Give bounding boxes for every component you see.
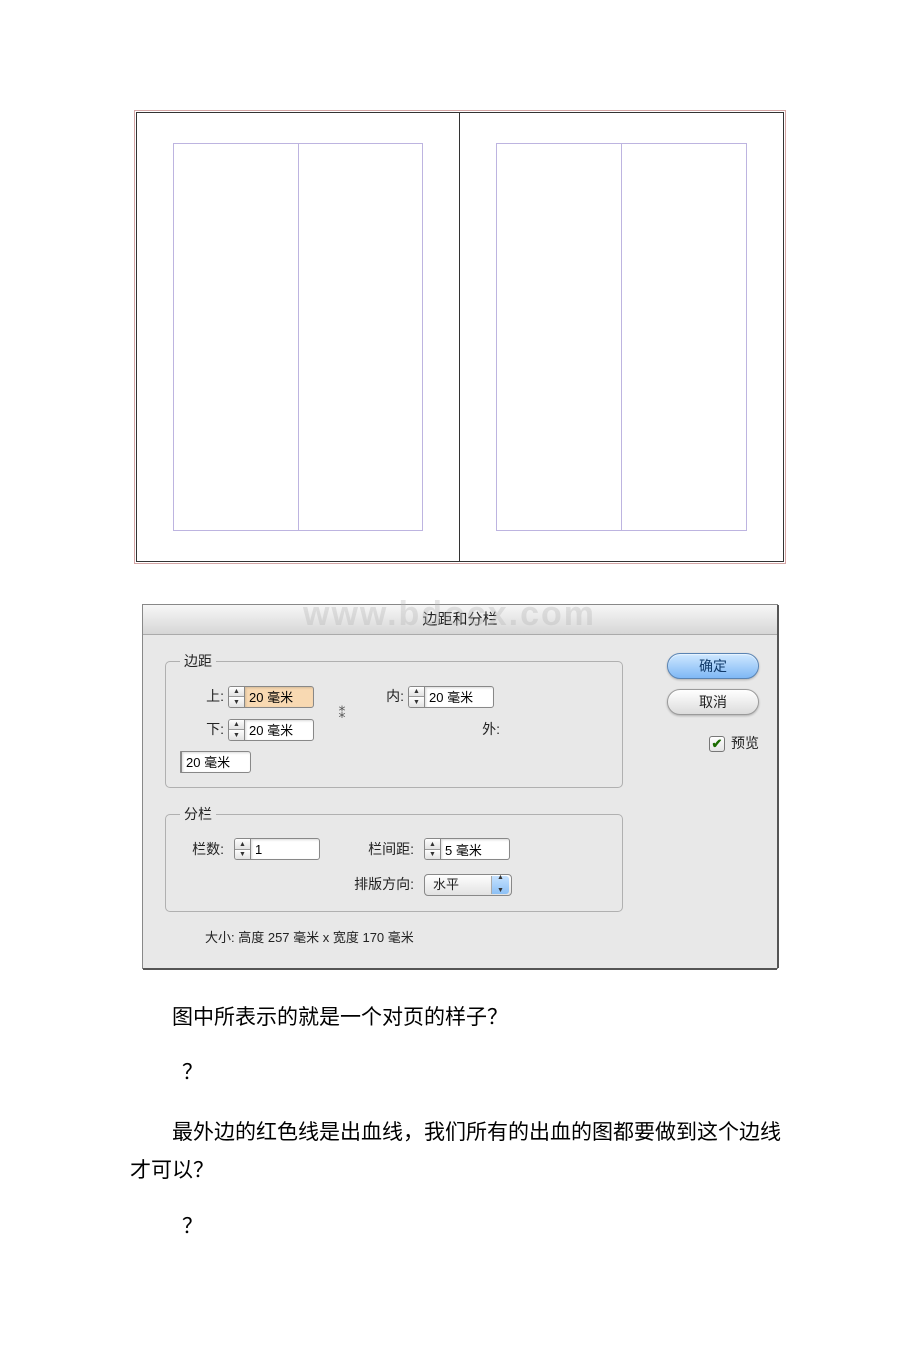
size-readout: 大小: 高度 257 毫米 x 宽度 170 毫米 [205,926,623,949]
margins-legend: 边距 [180,649,216,674]
body-paragraph-1: 图中所表示的就是一个对页的样子？ [130,999,790,1037]
margins-columns-dialog: www.bdocx.com 边距和分栏 边距 上: ▲▼ ⁑ 内: [142,604,778,969]
margin-outside-field[interactable] [181,751,251,773]
preview-checkbox[interactable]: ✔ [709,736,725,752]
body-q-2: ？ [182,1208,790,1246]
margin-bottom-stepper[interactable]: ▲▼ [228,719,324,741]
dialog-title: www.bdocx.com 边距和分栏 [143,605,777,635]
link-margins-icon[interactable]: ⁑ [324,701,360,726]
stepper-arrows-icon[interactable]: ▲▼ [408,686,424,708]
margin-inside-field[interactable] [424,686,494,708]
label-outside: 外: [408,717,504,742]
cancel-button[interactable]: 取消 [667,689,759,715]
label-gutter: 栏间距: [336,837,418,862]
dialog-title-text: 边距和分栏 [422,611,497,628]
gutter-stepper[interactable]: ▲▼ [424,838,520,860]
margin-inside-stepper[interactable]: ▲▼ [408,686,504,708]
preview-label: 预览 [731,731,759,756]
body-q-1: ？ [182,1054,790,1092]
page-left-columns [173,143,423,531]
label-inside: 内: [360,684,408,709]
column-count-field[interactable] [250,838,320,860]
label-direction: 排版方向: [336,872,418,897]
margin-outside-stepper[interactable]: ▲▼ [180,751,228,773]
margin-top-stepper[interactable]: ▲▼ [228,686,324,708]
margin-bottom-field[interactable] [244,719,314,741]
stepper-arrows-icon[interactable]: ▲▼ [234,838,250,860]
gutter-field[interactable] [440,838,510,860]
direction-value: 水平 [433,873,459,896]
stepper-arrows-icon[interactable]: ▲▼ [228,686,244,708]
page-right-columns [496,143,747,531]
margins-group: 边距 上: ▲▼ ⁑ 内: ▲▼ 下: [165,649,623,788]
spread-pages [136,112,784,562]
chevron-updown-icon: ▲▼ [491,876,509,894]
label-col-count: 栏数: [180,837,228,862]
body-paragraph-2: 最外边的红色线是出血线，我们所有的出血的图都要做到这个边线才可以？ [130,1114,790,1190]
page-right [460,113,783,561]
stepper-arrows-icon[interactable]: ▲▼ [424,838,440,860]
label-bottom: 下: [180,717,228,742]
columns-group: 分栏 栏数: ▲▼ 栏间距: ▲▼ 排版方向: [165,802,623,913]
columns-legend: 分栏 [180,802,216,827]
page-left [137,113,460,561]
margin-top-field[interactable] [244,686,314,708]
spread-preview [134,110,786,564]
direction-select[interactable]: 水平 ▲▼ [424,874,512,896]
stepper-arrows-icon[interactable]: ▲▼ [228,719,244,741]
column-count-stepper[interactable]: ▲▼ [234,838,330,860]
label-top: 上: [180,684,228,709]
ok-button[interactable]: 确定 [667,653,759,679]
